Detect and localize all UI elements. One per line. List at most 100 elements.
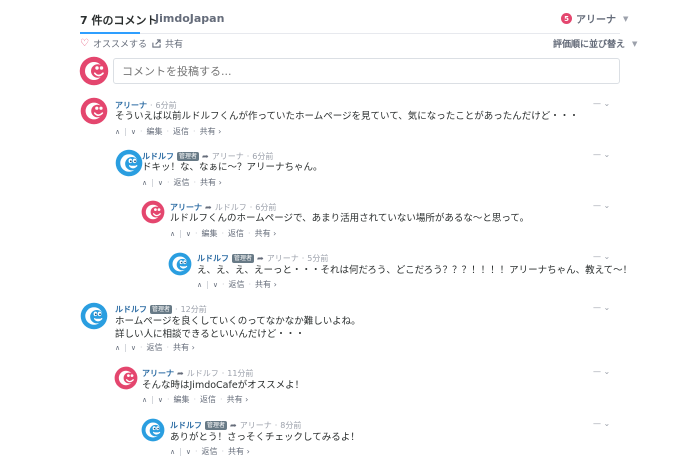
comment-meta: ルドルフ 管理者 ➦ アリーナ · 5分前 (197, 253, 329, 264)
user-menu[interactable]: 5 アリーナ ▼ (561, 11, 628, 26)
comment-footer: ∧ | ∨ · 返信 · 共有 › (142, 177, 222, 188)
comment-body: え、え、え、えーっと・・・それは何だろう、どこだろう？？？！！！！アリーナちゃん… (197, 264, 632, 277)
reply-link[interactable]: 返信 (229, 279, 245, 290)
reply-arrow-icon: ➦ (257, 254, 264, 263)
avatar[interactable] (115, 149, 143, 177)
chevron-down-icon[interactable]: ⌄ (604, 150, 611, 159)
avatar[interactable] (80, 302, 108, 330)
reply-arrow-icon: ➦ (177, 369, 184, 378)
timestamp[interactable]: 12分前 (181, 304, 207, 315)
share-link[interactable]: 共有 › (200, 126, 222, 137)
avatar[interactable] (114, 366, 138, 390)
share-link[interactable]: 共有 › (173, 342, 195, 353)
collapse-icon[interactable]: — (593, 303, 601, 312)
share-link[interactable]: 共有 › (255, 228, 277, 239)
moderator-badge: 管理者 (150, 305, 173, 314)
avatar[interactable] (141, 200, 165, 224)
downvote-icon[interactable]: ∨ (186, 230, 191, 238)
parent-author[interactable]: アリーナ (240, 420, 272, 431)
collapse-icon[interactable]: — (593, 150, 601, 159)
avatar[interactable] (79, 56, 109, 86)
comment-menu[interactable]: — ⌄ (593, 252, 610, 261)
recommend-button[interactable]: ♡ オススメする (80, 37, 147, 50)
user-name: アリーナ (576, 15, 616, 26)
edit-link[interactable]: 編集 (174, 394, 190, 405)
moderator-badge: 管理者 (232, 254, 255, 263)
comment-meta: ルドルフ 管理者 ➦ アリーナ · 8分前 (170, 420, 302, 431)
comment-body: ドキッ！な、なぁに～？アリーナちゃん。 (142, 161, 323, 174)
comment-text: え、え、え、えーっと・・・それは何だろう、どこだろう？？？！！！！アリーナちゃん… (197, 265, 633, 276)
author-name[interactable]: アリーナ (142, 368, 174, 379)
collapse-icon[interactable]: — (593, 99, 601, 108)
share-link[interactable]: 共有 › (255, 279, 277, 290)
share-link[interactable]: 共有 › (228, 446, 250, 457)
upvote-icon[interactable]: ∧ (142, 396, 147, 404)
comment-footer: ∧ | ∨ · 返信 · 共有 › (115, 342, 195, 353)
downvote-icon[interactable]: ∨ (131, 128, 136, 136)
downvote-icon[interactable]: ∨ (213, 281, 218, 289)
comment-menu[interactable]: — ⌄ (593, 201, 610, 210)
upvote-icon[interactable]: ∧ (170, 448, 175, 456)
downvote-icon[interactable]: ∨ (158, 179, 163, 187)
share-link[interactable]: 共有 › (200, 177, 222, 188)
collapse-icon[interactable]: — (593, 367, 601, 376)
tab-site-community[interactable]: JimdoJapan (155, 12, 224, 25)
collapse-icon[interactable]: — (593, 201, 601, 210)
comment-menu[interactable]: — ⌄ (593, 150, 610, 159)
comment-body: ホームページを良くしていくのってなかなか難しいよね。 詳しい人に相談できるといい… (115, 315, 361, 341)
avatar[interactable] (141, 418, 165, 442)
heart-icon: ♡ (80, 38, 89, 49)
share-link[interactable]: 共有 › (227, 394, 249, 405)
edit-link[interactable]: 編集 (202, 228, 218, 239)
chevron-down-icon[interactable]: ⌄ (604, 303, 611, 312)
reply-link[interactable]: 返信 (174, 177, 190, 188)
collapse-icon[interactable]: — (593, 252, 601, 261)
avatar[interactable] (168, 252, 192, 276)
upvote-icon[interactable]: ∧ (115, 344, 120, 352)
moderator-badge: 管理者 (177, 152, 200, 161)
share-icon (152, 39, 161, 48)
comment-menu[interactable]: — ⌄ (593, 419, 610, 428)
upvote-icon[interactable]: ∧ (170, 230, 175, 238)
timestamp[interactable]: 5分前 (307, 253, 328, 264)
sort-dropdown[interactable]: 評価順に並び替え ▼ (553, 37, 637, 51)
author-name[interactable]: ルドルフ (197, 253, 229, 264)
upvote-icon[interactable]: ∧ (115, 128, 120, 136)
chevron-down-icon[interactable]: ⌄ (604, 201, 611, 210)
comment-footer: ∧ | ∨ · 編集 · 返信 · 共有 › (170, 228, 277, 239)
timestamp[interactable]: 11分前 (227, 368, 253, 379)
downvote-icon[interactable]: ∨ (186, 448, 191, 456)
upvote-icon[interactable]: ∧ (197, 281, 202, 289)
chevron-down-icon[interactable]: ⌄ (604, 252, 611, 261)
author-name[interactable]: ルドルフ (115, 304, 147, 315)
collapse-icon[interactable]: — (593, 419, 601, 428)
parent-author[interactable]: ルドルフ (187, 368, 219, 379)
comment-menu[interactable]: — ⌄ (593, 303, 610, 312)
avatar[interactable] (80, 97, 108, 125)
comment-text: 詳しい人に相談できるといいんだけど・・・ (115, 329, 305, 340)
parent-author[interactable]: アリーナ (267, 253, 299, 264)
chevron-down-icon[interactable]: ⌄ (604, 419, 611, 428)
edit-link[interactable]: 編集 (147, 126, 163, 137)
author-name[interactable]: ルドルフ (170, 420, 202, 431)
comment-input[interactable] (113, 58, 620, 84)
active-tab-indicator (80, 32, 140, 34)
upvote-icon[interactable]: ∧ (142, 179, 147, 187)
comment-body: そんな時はJimdoCafeがオススメよ！ (142, 379, 304, 392)
chevron-down-icon[interactable]: ⌄ (604, 99, 611, 108)
reply-link[interactable]: 返信 (200, 394, 216, 405)
comment-menu[interactable]: — ⌄ (593, 367, 610, 376)
timestamp[interactable]: 8分前 (280, 420, 301, 431)
tab-comments[interactable]: 7 件のコメント (80, 12, 157, 28)
reply-link[interactable]: 返信 (202, 446, 218, 457)
reply-link[interactable]: 返信 (173, 126, 189, 137)
reply-link[interactable]: 返信 (147, 342, 163, 353)
chevron-down-icon[interactable]: ⌄ (604, 367, 611, 376)
reply-link[interactable]: 返信 (228, 228, 244, 239)
notification-badge[interactable]: 5 (561, 13, 572, 24)
downvote-icon[interactable]: ∨ (158, 396, 163, 404)
share-label: 共有 (165, 40, 184, 50)
comment-menu[interactable]: — ⌄ (593, 99, 610, 108)
downvote-icon[interactable]: ∨ (131, 344, 136, 352)
share-button[interactable]: 共有 (152, 37, 183, 50)
